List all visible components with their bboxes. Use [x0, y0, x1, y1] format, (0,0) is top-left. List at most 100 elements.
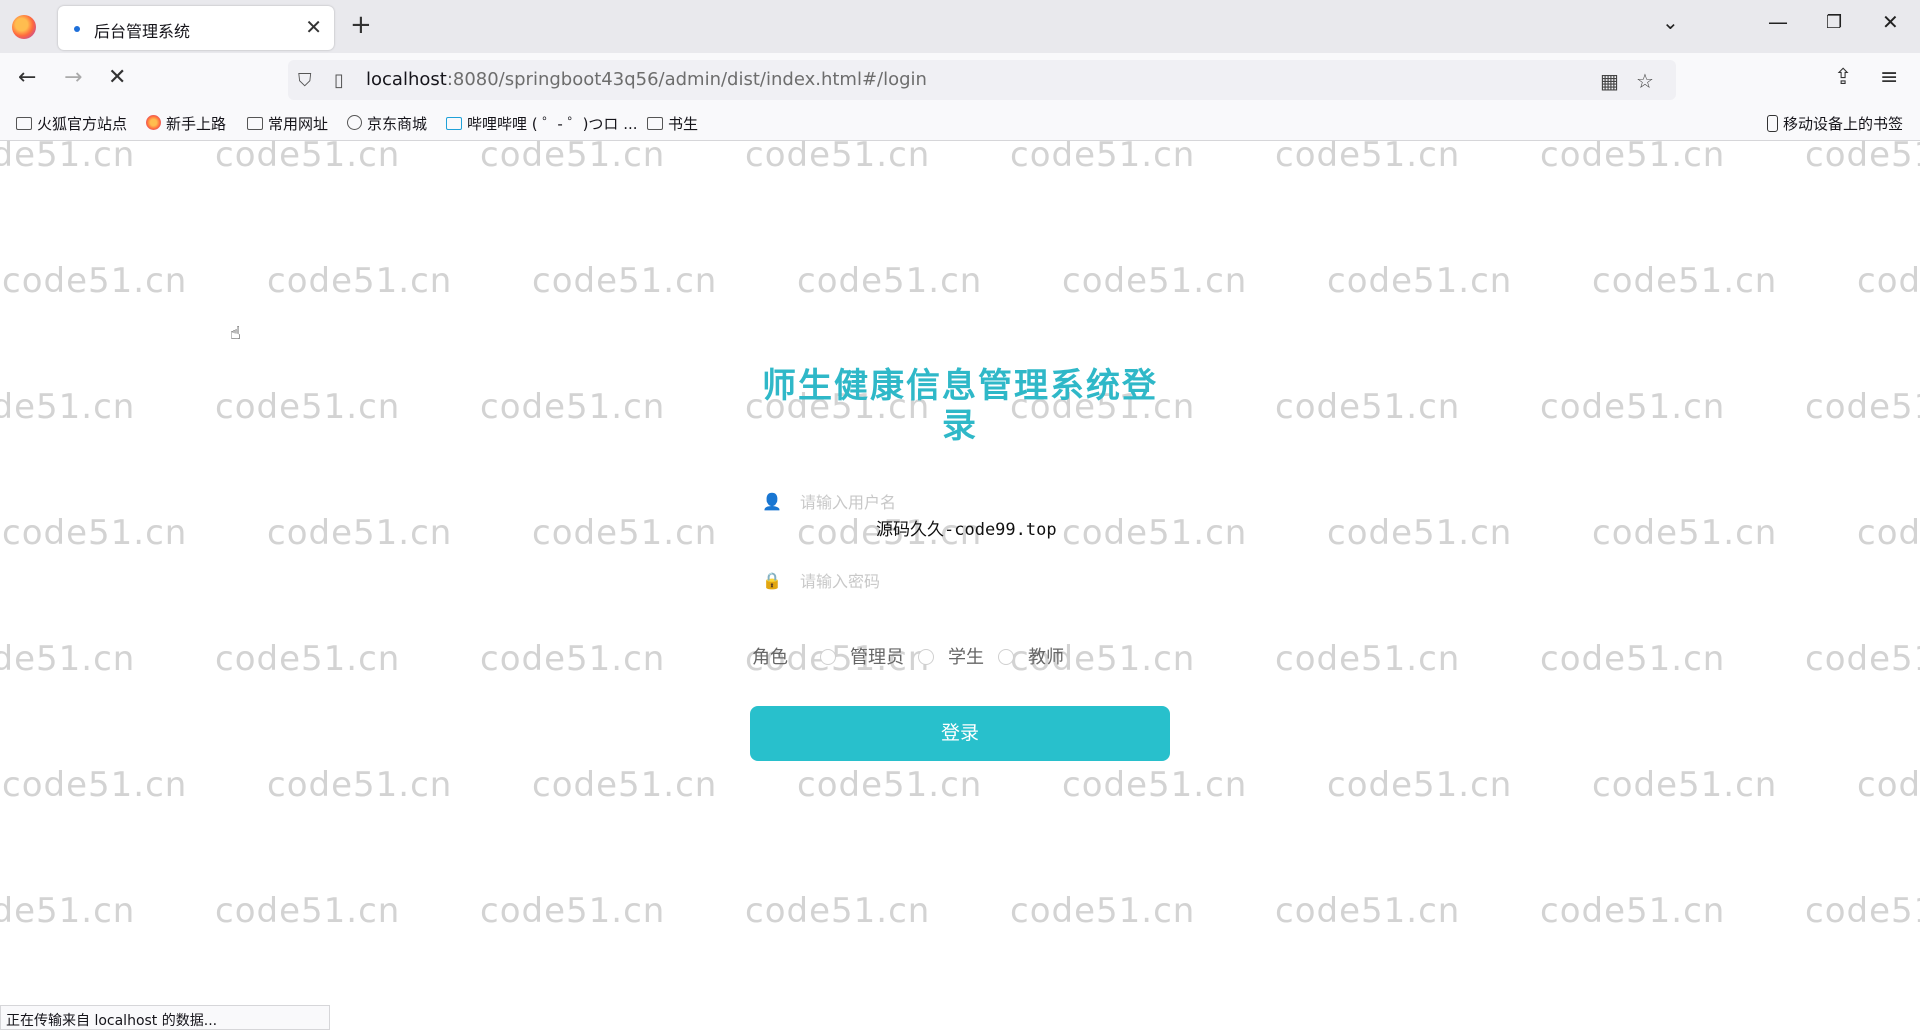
watermark-text: code51.cn — [480, 891, 666, 931]
watermark-text: code51.cn — [215, 141, 401, 175]
watermark-text: code51.cn — [480, 387, 666, 427]
watermark-text: code51.cn — [1010, 891, 1196, 931]
watermark-text: code51.cn — [745, 891, 931, 931]
tab-close-icon[interactable]: ✕ — [305, 15, 322, 39]
watermark-text: code51.cn — [215, 387, 401, 427]
watermark-text: code51.cn — [2, 765, 188, 805]
bookmark-item[interactable]: 京东商城 — [347, 113, 427, 134]
bookmark-item[interactable]: 书生 — [647, 113, 698, 134]
bookmark-item[interactable]: 火狐官方站点 — [16, 113, 127, 134]
hand-cursor-icon: ☝ — [230, 323, 241, 344]
folder-icon — [16, 117, 32, 130]
lock-icon: 🔒 — [762, 571, 782, 590]
role-radio-student[interactable] — [918, 649, 934, 665]
watermark-text: code51.cn — [532, 261, 718, 301]
role-radio-teacher[interactable] — [998, 649, 1014, 665]
restore-icon[interactable]: ❐ — [1826, 12, 1842, 33]
bookmarks-toolbar: 火狐官方站点 新手上路 常用网址 京东商城 哔哩哔哩 ( ゜- ゜)つロ ...… — [0, 107, 1920, 141]
stop-icon[interactable]: ✕ — [108, 65, 126, 90]
watermark-text: code51.cn — [1857, 765, 1920, 805]
watermark-text: code51.cn — [1327, 513, 1513, 553]
tab-active[interactable]: 后台管理系统 ✕ — [58, 6, 334, 50]
mobile-icon — [1767, 115, 1778, 132]
watermark-text: code51.cn — [267, 261, 453, 301]
forward-icon[interactable]: → — [64, 65, 82, 90]
password-input[interactable] — [800, 565, 1160, 597]
overlay-text: 源码久久-code99.top — [876, 520, 1057, 540]
tab-title: 后台管理系统 — [94, 22, 191, 41]
watermark-text: code51.cn — [480, 639, 666, 679]
user-icon: 👤 — [762, 492, 782, 511]
watermark-text: code51.cn — [797, 765, 983, 805]
watermark-text: code51.cn — [532, 765, 718, 805]
password-field[interactable]: 🔒 — [750, 561, 1170, 601]
watermark-text: code51.cn — [267, 513, 453, 553]
role-label-teacher[interactable]: 教师 — [1028, 643, 1064, 669]
window-close-icon[interactable]: ✕ — [1882, 10, 1899, 34]
watermark-text: code51.cn — [1540, 141, 1726, 175]
tab-strip: 后台管理系统 ✕ + ⌄ — ❐ ✕ — [0, 0, 1920, 53]
watermark-text: code51.cn — [215, 639, 401, 679]
extensions-icon[interactable]: ⇪ — [1834, 65, 1852, 90]
list-tabs-icon[interactable]: ⌄ — [1662, 10, 1679, 34]
watermark-text: code51.cn — [1805, 891, 1920, 931]
watermark-text: code51.cn — [1805, 639, 1920, 679]
watermark-text: code51.cn — [1275, 387, 1461, 427]
watermark-text: code51.cn — [1062, 765, 1248, 805]
watermark-text: code51.cn — [1540, 891, 1726, 931]
page-content: code51.cn code51.cn code51.cn code51.cn code… — [0, 141, 1920, 1005]
watermark-text: code51.cn — [0, 387, 136, 427]
page-icon[interactable]: ▯ — [334, 70, 344, 91]
role-label: 角色 — [752, 647, 788, 668]
role-label-student[interactable]: 学生 — [948, 643, 984, 669]
shield-icon[interactable]: ⛉ — [298, 70, 312, 91]
url-path: :8080/springboot43q56/admin/dist/index.h… — [446, 69, 927, 90]
watermark-text: code51.cn — [1540, 387, 1726, 427]
address-bar[interactable]: ⛉ ▯ localhost:8080/springboot43q56/admin… — [288, 60, 1676, 100]
firefox-icon — [146, 115, 161, 130]
role-radio-admin[interactable] — [820, 649, 836, 665]
watermark-text: code51.cn — [745, 141, 931, 175]
status-bar: 正在传输来自 localhost 的数据... — [0, 1005, 330, 1030]
watermark-text: code51.cn — [1805, 387, 1920, 427]
watermark-text: code51.cn — [1327, 765, 1513, 805]
watermark-text: code51.cn — [1592, 513, 1778, 553]
watermark-text: code51.cn — [215, 891, 401, 931]
watermark-text: code51.cn — [1592, 261, 1778, 301]
watermark-text: code51.cn — [480, 141, 666, 175]
bookmark-item[interactable]: 哔哩哔哩 ( ゜- ゜)つロ ... — [446, 113, 638, 134]
url-text[interactable]: localhost:8080/springboot43q56/admin/dis… — [366, 69, 927, 90]
watermark-text: code51.cn — [0, 639, 136, 679]
loading-indicator-icon — [74, 26, 80, 32]
bookmark-star-icon[interactable]: ☆ — [1636, 69, 1654, 93]
back-icon[interactable]: ← — [18, 65, 36, 90]
watermark-text: code51.cn — [1857, 261, 1920, 301]
bilibili-icon — [446, 117, 462, 130]
watermark-text: code51.cn — [1010, 141, 1196, 175]
watermark-text: code51.cn — [0, 141, 136, 175]
watermark-text: code51.cn — [1592, 765, 1778, 805]
mobile-bookmarks[interactable]: 移动设备上的书签 — [1767, 113, 1903, 134]
watermark-text: code51.cn — [1805, 141, 1920, 175]
watermark-text: code51.cn — [1275, 891, 1461, 931]
folder-icon — [247, 117, 263, 130]
role-label-admin[interactable]: 管理员 — [850, 643, 904, 669]
menu-icon[interactable]: ≡ — [1880, 65, 1898, 90]
username-input[interactable] — [800, 486, 1160, 518]
new-tab-icon[interactable]: + — [350, 10, 372, 40]
qr-code-icon[interactable]: ▦ — [1600, 69, 1619, 93]
navigation-toolbar: ← → ✕ ⛉ ▯ localhost:8080/springboot43q56… — [0, 53, 1920, 107]
minimize-icon[interactable]: — — [1768, 10, 1788, 34]
bookmark-item[interactable]: 新手上路 — [146, 113, 226, 134]
watermark-text: code51.cn — [797, 261, 983, 301]
login-button[interactable]: 登录 — [750, 706, 1170, 761]
watermark-text: code51.cn — [532, 513, 718, 553]
firefox-icon[interactable] — [12, 15, 36, 39]
watermark-text: code51.cn — [1275, 639, 1461, 679]
watermark-text: code51.cn — [2, 261, 188, 301]
watermark-text: code51.cn — [267, 765, 453, 805]
login-title: 师生健康信息管理系统登录 — [762, 366, 1158, 446]
watermark-text: code51.cn — [1327, 261, 1513, 301]
bookmark-item[interactable]: 常用网址 — [247, 113, 328, 134]
watermark-text: code51.cn — [0, 891, 136, 931]
